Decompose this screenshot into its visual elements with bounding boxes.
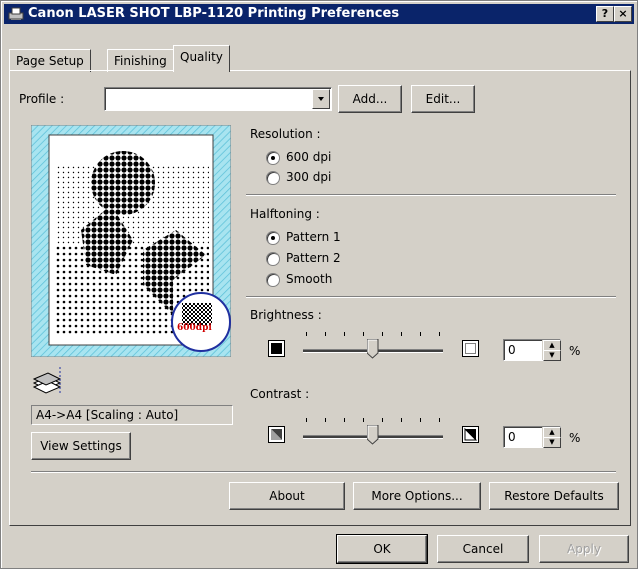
- brightness-light-icon: [462, 340, 480, 361]
- brightness-input[interactable]: 0 ▲ ▼: [503, 339, 561, 361]
- brightness-dark-icon: [268, 340, 286, 361]
- apply-button[interactable]: Apply: [539, 535, 629, 563]
- paper-info-field: A4->A4 [Scaling : Auto]: [31, 405, 233, 425]
- halftoning-pattern2-label[interactable]: Pattern 2: [286, 251, 341, 265]
- tab-finishing[interactable]: Finishing: [107, 49, 174, 72]
- halftoning-label: Halftoning :: [250, 207, 320, 221]
- add-profile-button[interactable]: Add...: [338, 85, 402, 113]
- contrast-input[interactable]: 0 ▲ ▼: [503, 426, 561, 448]
- resolution-label: Resolution :: [250, 127, 321, 141]
- resolution-600-radio[interactable]: [266, 151, 280, 165]
- contrast-high-icon: [462, 426, 480, 447]
- about-button[interactable]: About: [229, 482, 345, 510]
- cancel-button[interactable]: Cancel: [437, 535, 529, 563]
- more-options-button[interactable]: More Options...: [353, 482, 481, 510]
- printer-icon: [8, 6, 24, 22]
- paper-info-text: A4->A4 [Scaling : Auto]: [36, 408, 179, 422]
- brightness-unit: %: [569, 344, 581, 358]
- halftoning-smooth-label[interactable]: Smooth: [286, 272, 332, 286]
- dropdown-arrow-button[interactable]: [312, 89, 330, 109]
- brightness-label: Brightness :: [250, 308, 322, 322]
- brightness-value: 0: [508, 343, 516, 357]
- brightness-spinner[interactable]: ▲ ▼: [542, 340, 561, 361]
- close-button[interactable]: ×: [614, 6, 632, 22]
- halftoning-pattern1-label[interactable]: Pattern 1: [286, 230, 341, 244]
- separator: [31, 471, 616, 473]
- edit-profile-button[interactable]: Edit...: [411, 85, 475, 113]
- window-title: Canon LASER SHOT LBP-1120 Printing Prefe…: [28, 6, 400, 21]
- view-settings-button[interactable]: View Settings: [31, 432, 131, 460]
- ok-button[interactable]: OK: [336, 534, 428, 564]
- halftoning-pattern2-radio[interactable]: [266, 252, 280, 266]
- title-bar[interactable]: Canon LASER SHOT LBP-1120 Printing Prefe…: [4, 4, 634, 24]
- resolution-600-label[interactable]: 600 dpi: [286, 150, 331, 164]
- tab-quality[interactable]: Quality: [173, 45, 230, 72]
- contrast-spinner[interactable]: ▲ ▼: [542, 427, 561, 448]
- resolution-badge: 600dpi: [177, 323, 212, 333]
- contrast-low-icon: [268, 426, 286, 447]
- halftoning-pattern1-radio[interactable]: [266, 231, 280, 245]
- separator: [246, 296, 616, 298]
- tab-page-setup[interactable]: Page Setup: [9, 49, 91, 72]
- contrast-label: Contrast :: [250, 387, 310, 401]
- contrast-slider-thumb[interactable]: [367, 425, 379, 445]
- separator: [246, 194, 616, 196]
- brightness-slider-thumb[interactable]: [367, 339, 379, 359]
- paper-stack-icon: [32, 365, 64, 400]
- halftoning-smooth-radio[interactable]: [266, 273, 280, 287]
- resolution-300-radio[interactable]: [266, 171, 280, 185]
- print-preview: 600dpi: [30, 124, 232, 358]
- contrast-value: 0: [508, 430, 516, 444]
- printing-preferences-dialog: Canon LASER SHOT LBP-1120 Printing Prefe…: [0, 0, 638, 569]
- spin-down-icon[interactable]: ▼: [543, 437, 561, 448]
- spin-down-icon[interactable]: ▼: [543, 350, 561, 361]
- chevron-down-icon: [318, 97, 324, 101]
- profile-label: Profile :: [19, 92, 65, 106]
- help-button[interactable]: ?: [596, 6, 614, 22]
- contrast-unit: %: [569, 431, 581, 445]
- profile-dropdown[interactable]: [104, 87, 332, 111]
- restore-defaults-button[interactable]: Restore Defaults: [489, 482, 619, 510]
- resolution-300-label[interactable]: 300 dpi: [286, 170, 331, 184]
